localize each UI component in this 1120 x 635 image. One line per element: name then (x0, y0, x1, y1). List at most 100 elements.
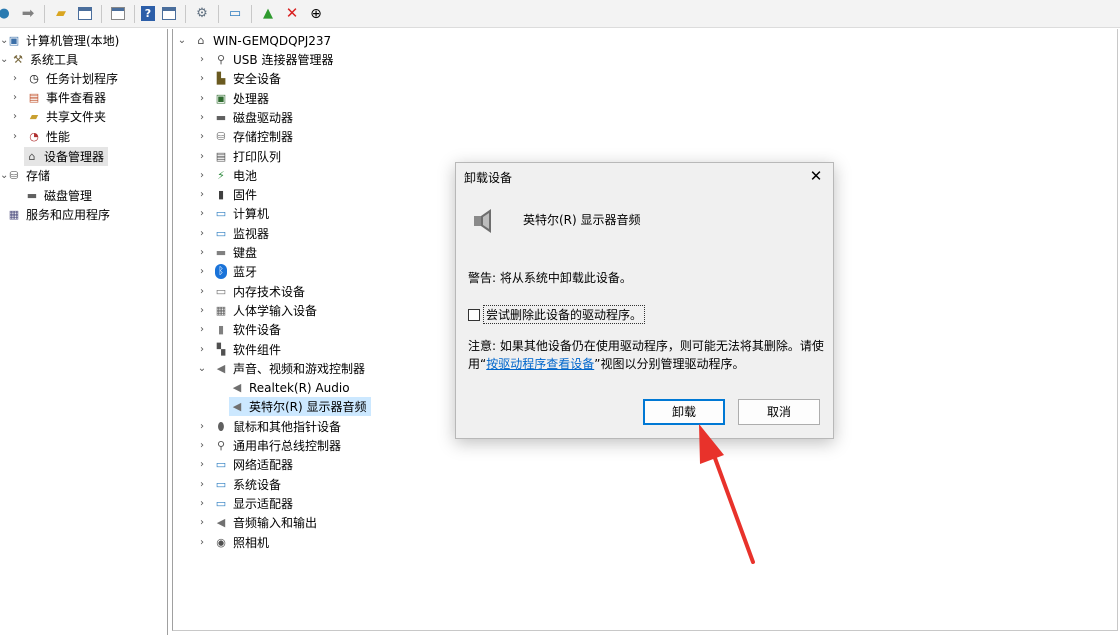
category-label: 计算机 (233, 207, 270, 222)
device-category-row[interactable]: › ▭ 网络适配器 (197, 455, 293, 474)
device-category-row[interactable]: › ▬ 磁盘驱动器 (197, 108, 293, 127)
tree-item-services-apps[interactable]: ▦ 服务和应用程序 (0, 205, 110, 224)
tree-item-performance[interactable]: › ◔ 性能 (10, 127, 70, 146)
device-category-row[interactable]: › ⚡ 电池 (197, 166, 257, 185)
device-category-row[interactable]: › ▬ 键盘 (197, 243, 257, 262)
device-category-row[interactable]: › ▣ 处理器 (197, 89, 269, 108)
category-label: 人体学输入设备 (233, 303, 318, 318)
chevron-right-icon[interactable]: › (197, 421, 207, 432)
device-category-row[interactable]: › ▮ 固件 (197, 185, 257, 204)
device-category-row[interactable]: › ▚ 软件组件 (197, 340, 281, 359)
category-label: 固件 (233, 188, 258, 203)
forward-arrow-icon[interactable]: ➡ (18, 4, 38, 24)
help-icon[interactable]: ? (141, 6, 155, 21)
tree-item-task-scheduler[interactable]: › ◷ 任务计划程序 (10, 69, 118, 88)
tree-item-device-manager[interactable]: ⌂ 设备管理器 (24, 147, 109, 166)
chevron-right-icon[interactable]: › (10, 92, 20, 103)
category-label: 打印队列 (233, 149, 282, 164)
disable-device-icon[interactable]: ⊕ (306, 4, 326, 24)
chevron-right-icon[interactable]: › (197, 112, 207, 123)
device-category-row[interactable]: › ▮ 软件设备 (197, 320, 281, 339)
device-tree-root[interactable]: ⌄ ⌂ WIN-GEMQDQPJ237 (177, 31, 331, 50)
software-component-icon: ▚ (216, 342, 226, 356)
dialog-warning: 警告: 将从系统中卸载此设备。 (468, 271, 632, 285)
device-category-row[interactable]: › ▤ 打印队列 (197, 147, 281, 166)
chevron-right-icon[interactable]: › (197, 228, 207, 239)
chevron-right-icon[interactable]: › (197, 208, 207, 219)
chevron-right-icon[interactable]: › (197, 324, 207, 335)
chevron-right-icon[interactable]: › (197, 54, 207, 65)
chevron-right-icon[interactable]: › (197, 266, 207, 277)
tree-root-computer-management[interactable]: ⌄ ▣ 计算机管理(本地) (0, 31, 119, 50)
device-category-row[interactable]: › ▭ 内存技术设备 (197, 282, 305, 301)
chevron-right-icon[interactable]: › (197, 440, 207, 451)
view-icon[interactable] (159, 4, 179, 24)
chevron-right-icon[interactable]: › (197, 189, 207, 200)
chevron-right-icon[interactable]: › (197, 170, 207, 181)
tree-item-system-tools[interactable]: ⌄ ⚒ 系统工具 (0, 50, 78, 69)
chevron-right-icon[interactable]: › (197, 517, 207, 528)
update-driver-icon[interactable]: ▲ (258, 4, 278, 24)
device-category-row[interactable]: ⌄ ◀ 声音、视频和游戏控制器 (197, 359, 365, 378)
device-category-row[interactable]: › ◉ 照相机 (197, 533, 269, 552)
category-label: 声音、视频和游戏控制器 (233, 361, 366, 376)
tree-item-disk-management[interactable]: ▬ 磁盘管理 (24, 186, 92, 205)
chevron-right-icon[interactable]: › (10, 131, 20, 142)
chevron-right-icon[interactable]: › (197, 305, 207, 316)
chevron-right-icon[interactable]: › (10, 73, 20, 84)
chevron-right-icon[interactable]: › (197, 73, 207, 84)
view-by-driver-link[interactable]: 按驱动程序查看设备 (486, 357, 594, 371)
audio-device-row[interactable]: ◀ 英特尔(R) 显示器音频 (229, 397, 371, 417)
device-category-row[interactable]: › ⬮ 鼠标和其他指针设备 (197, 417, 341, 436)
device-manager-icon: ⌂ (28, 150, 36, 163)
toolbar: ● ➡ ▰ ? ⚙ ▭ ▲ ✕ ⊕ (0, 0, 1120, 28)
device-category-row[interactable]: › ⚲ USB 连接器管理器 (197, 50, 333, 69)
uninstall-icon[interactable]: ✕ (282, 4, 302, 24)
chevron-right-icon[interactable]: › (10, 111, 20, 122)
properties-icon[interactable] (108, 4, 128, 24)
category-label: 存储控制器 (233, 130, 294, 145)
chevron-down-icon[interactable]: ⌄ (177, 35, 187, 46)
device-category-row[interactable]: › ⚲ 通用串行总线控制器 (197, 436, 341, 455)
device-category-row[interactable]: › ◀ 音频输入和输出 (197, 513, 317, 532)
tree-item-shared-folders[interactable]: › ▰ 共享文件夹 (10, 107, 106, 126)
toolbar-separator (251, 4, 252, 23)
device-category-row[interactable]: › ▭ 系统设备 (197, 475, 281, 494)
chevron-right-icon[interactable]: › (197, 479, 207, 490)
chevron-right-icon[interactable]: › (197, 537, 207, 548)
device-category-row[interactable]: › ▭ 显示适配器 (197, 494, 293, 513)
tree-label: 设备管理器 (44, 150, 105, 164)
delete-driver-option[interactable]: 尝试删除此设备的驱动程序。 (468, 305, 646, 324)
device-category-row[interactable]: › ᛒ 蓝牙 (197, 262, 257, 281)
device-category-row[interactable]: › ▦ 人体学输入设备 (197, 301, 317, 320)
tree-item-event-viewer[interactable]: › ▤ 事件查看器 (10, 88, 106, 107)
back-arrow-icon[interactable]: ● (0, 4, 14, 24)
show-hide-tree-icon[interactable] (75, 4, 95, 24)
tree-item-storage[interactable]: ⌄ ⛁ 存储 (0, 166, 50, 185)
chevron-down-icon[interactable]: ⌄ (0, 54, 8, 65)
device-category-row[interactable]: › ▭ 监视器 (197, 224, 269, 243)
close-icon[interactable]: ✕ (805, 166, 827, 186)
computer-name: WIN-GEMQDQPJ237 (213, 33, 332, 48)
chevron-right-icon[interactable]: › (197, 247, 207, 258)
device-category-row[interactable]: › ⛁ 存储控制器 (197, 127, 293, 146)
chevron-right-icon[interactable]: › (197, 344, 207, 355)
chevron-right-icon[interactable]: › (197, 93, 207, 104)
cancel-button[interactable]: 取消 (738, 399, 820, 425)
up-folder-icon[interactable]: ▰ (51, 4, 71, 24)
audio-device-row[interactable]: ◀ Realtek(R) Audio (229, 378, 354, 397)
chevron-down-icon[interactable]: ⌄ (197, 363, 207, 374)
device-category-row[interactable]: › ▭ 计算机 (197, 204, 269, 223)
dialog-title: 卸载设备 (464, 171, 513, 185)
chevron-right-icon[interactable]: › (197, 498, 207, 509)
scan-hardware-icon[interactable]: ⚙ (192, 4, 212, 24)
device-category-row[interactable]: › ▙ 安全设备 (197, 69, 281, 88)
monitor-icon[interactable]: ▭ (225, 4, 245, 24)
chevron-right-icon[interactable]: › (197, 459, 207, 470)
chevron-right-icon[interactable]: › (197, 151, 207, 162)
delete-driver-checkbox-label[interactable]: 尝试删除此设备的驱动程序。 (483, 305, 646, 324)
delete-driver-checkbox[interactable] (468, 308, 480, 321)
uninstall-button[interactable]: 卸载 (643, 399, 725, 425)
chevron-right-icon[interactable]: › (197, 286, 207, 297)
chevron-right-icon[interactable]: › (197, 131, 207, 142)
